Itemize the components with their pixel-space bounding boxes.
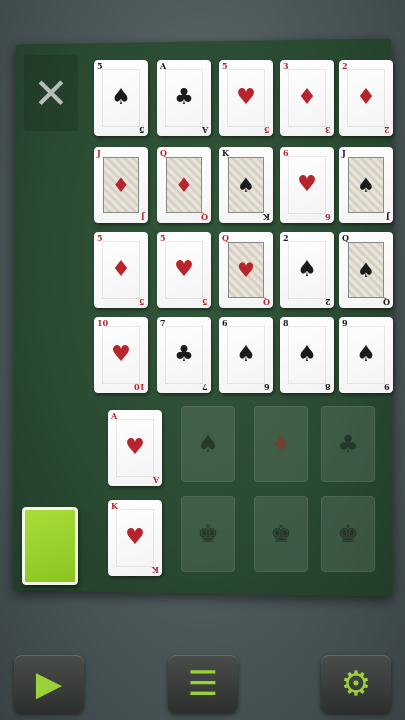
playing-card[interactable]: 10 10 ♥	[94, 317, 148, 393]
suit-icon: ♦	[297, 85, 317, 110]
menu-button[interactable]: ☰	[168, 655, 238, 713]
suit-icon: ♥	[111, 342, 131, 367]
king-slot[interactable]: ♚	[321, 496, 375, 572]
suit-icon: ♥	[125, 525, 145, 550]
face-card-art: ♠	[348, 157, 384, 213]
card-rank-bottom: 5	[139, 297, 145, 307]
card-rank-bottom: J	[141, 212, 145, 222]
play-icon: ▶	[35, 664, 63, 704]
card-rank-bottom: K	[263, 212, 270, 222]
close-icon: ✕	[33, 68, 69, 118]
playing-card[interactable]: 5 5 ♥	[219, 60, 273, 136]
card-rank-bottom: 7	[202, 382, 208, 392]
playing-card[interactable]: 3 3 ♦	[280, 60, 334, 136]
suit-icon: ♥	[174, 257, 194, 282]
card-rank-bottom: 8	[325, 382, 331, 392]
suit-icon: ♠	[297, 257, 317, 282]
king-slot[interactable]: ♚	[254, 496, 308, 572]
suit-icon: ♥	[125, 435, 145, 460]
gear-icon: ⚙	[340, 664, 372, 704]
draw-pile[interactable]	[22, 507, 78, 585]
card-rank-bottom: 2	[384, 125, 390, 135]
playing-card[interactable]: 5 5 ♦	[94, 232, 148, 308]
playing-card[interactable]: K K ♠	[219, 147, 273, 223]
menu-icon: ☰	[187, 664, 219, 704]
face-card-art: ♠	[228, 157, 264, 213]
suit-icon: ♦	[111, 257, 131, 282]
card-rank-bottom: 5	[264, 125, 270, 135]
suit-icon: ♠	[111, 85, 131, 110]
playing-card[interactable]: Q Q ♦	[157, 147, 211, 223]
foundation-slot[interactable]: ♣	[321, 406, 375, 482]
card-rank-bottom: 3	[325, 125, 331, 135]
card-rank-bottom: Q	[201, 212, 208, 222]
face-card-art: ♦	[166, 157, 202, 213]
card-rank: J	[342, 148, 346, 158]
suit-icon: ♠	[357, 258, 375, 282]
face-card-art: ♠	[348, 242, 384, 298]
playing-card[interactable]: 9 9 ♠	[339, 317, 393, 393]
card-rank-bottom: 5	[139, 125, 145, 135]
playing-card[interactable]: 2 2 ♦	[339, 60, 393, 136]
card-rank-bottom: Q	[263, 297, 270, 307]
playing-card[interactable]: 6 6 ♠	[219, 317, 273, 393]
playing-card[interactable]: Q Q ♠	[339, 232, 393, 308]
suit-icon: ♠	[237, 173, 255, 197]
suit-icon: ♠	[236, 342, 256, 367]
foundation-slot[interactable]: ♠	[181, 406, 235, 482]
playing-card[interactable]: J J ♦	[94, 147, 148, 223]
suit-icon: ♣	[174, 342, 194, 367]
card-rank-bottom: J	[386, 212, 390, 222]
playing-card[interactable]: 8 8 ♠	[280, 317, 334, 393]
suit-icon: ♥	[237, 258, 255, 282]
playing-card[interactable]: J J ♠	[339, 147, 393, 223]
playing-card[interactable]: K K ♥	[108, 500, 162, 576]
card-rank: J	[97, 148, 101, 158]
card-rank-bottom: 6	[325, 212, 331, 222]
card-rank-bottom: 5	[202, 297, 208, 307]
playing-card[interactable]: 5 5 ♥	[157, 232, 211, 308]
card-rank-bottom: 9	[384, 382, 390, 392]
suit-icon: ♦	[112, 173, 130, 197]
suit-icon: ♠	[357, 173, 375, 197]
card-rank-bottom: 6	[264, 382, 270, 392]
settings-button[interactable]: ⚙	[321, 655, 391, 713]
king-slot[interactable]: ♚	[181, 496, 235, 572]
playing-card[interactable]: Q Q ♥	[219, 232, 273, 308]
playing-card[interactable]: 5 5 ♠	[94, 60, 148, 136]
suit-icon: ♥	[236, 85, 256, 110]
playing-card[interactable]: A A ♥	[108, 410, 162, 486]
suit-icon: ♥	[297, 172, 317, 197]
card-rank-bottom: 2	[325, 297, 331, 307]
playing-card[interactable]: 2 2 ♠	[280, 232, 334, 308]
suit-icon: ♠	[356, 342, 376, 367]
card-rank-bottom: Q	[383, 297, 390, 307]
playing-card[interactable]: 6 6 ♥	[280, 147, 334, 223]
foundation-slot[interactable]: ♦	[254, 406, 308, 482]
suit-icon: ♣	[174, 85, 194, 110]
close-button[interactable]: ✕	[24, 55, 78, 131]
play-button[interactable]: ▶	[14, 655, 84, 713]
playing-card[interactable]: 7 7 ♣	[157, 317, 211, 393]
face-card-art: ♦	[103, 157, 139, 213]
playing-card[interactable]: A A ♣	[157, 60, 211, 136]
face-card-art: ♥	[228, 242, 264, 298]
suit-icon: ♦	[356, 85, 376, 110]
suit-icon: ♦	[175, 173, 193, 197]
suit-icon: ♠	[297, 342, 317, 367]
